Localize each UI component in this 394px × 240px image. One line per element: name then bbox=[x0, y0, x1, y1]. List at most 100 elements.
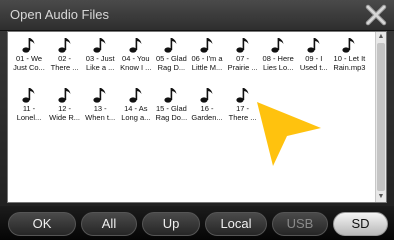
file-item[interactable]: 11 - Lonel... bbox=[10, 85, 48, 133]
music-note-icon bbox=[164, 88, 177, 103]
music-note-icon bbox=[307, 38, 320, 53]
music-note-icon bbox=[129, 88, 142, 103]
music-note-icon bbox=[200, 38, 213, 53]
file-item[interactable]: 12 - Wide R... bbox=[46, 85, 84, 133]
file-name-line1: 14 - As bbox=[124, 104, 148, 113]
scroll-thumb[interactable] bbox=[377, 43, 385, 191]
file-item[interactable]: 05 - Glad Rag D... bbox=[152, 35, 190, 83]
file-item[interactable]: 08 - Here Lies Lo... bbox=[259, 35, 297, 83]
music-note-icon bbox=[342, 38, 355, 53]
music-note-icon bbox=[129, 38, 142, 53]
file-item[interactable]: 04 - You Know I ... bbox=[117, 35, 155, 83]
file-item[interactable]: 09 - I Used t... bbox=[295, 35, 333, 83]
music-note-icon bbox=[57, 88, 71, 103]
file-name: 16 - Garden... bbox=[188, 104, 226, 122]
file-name-line2: Rain.mp3 bbox=[333, 63, 366, 72]
file-name-line1: 08 - Here bbox=[262, 54, 294, 63]
file-item[interactable]: 13 - When t... bbox=[81, 85, 119, 133]
file-name-line1: 04 - You bbox=[122, 54, 150, 63]
file-name-line1: 12 - bbox=[58, 104, 72, 113]
file-item[interactable]: 03 - Just Like a ... bbox=[81, 35, 119, 83]
file-item[interactable]: 07 - Prairie ... bbox=[224, 35, 262, 83]
music-note-icon bbox=[93, 88, 106, 103]
file-name-line2: There ... bbox=[228, 113, 257, 122]
file-item[interactable]: 16 - Garden... bbox=[188, 85, 226, 133]
close-x-icon bbox=[365, 4, 387, 26]
file-item[interactable]: 10 - Let It Rain.mp3 bbox=[330, 35, 368, 83]
file-name: 15 - Glad Rag Do... bbox=[152, 104, 190, 122]
music-note-icon bbox=[271, 38, 284, 53]
file-name-line2: Rag D... bbox=[157, 63, 186, 72]
local-button[interactable]: Local bbox=[205, 212, 267, 236]
scroll-down-arrow-icon[interactable]: ▼ bbox=[376, 192, 386, 202]
vertical-scrollbar[interactable]: ▲ ▼ bbox=[375, 32, 386, 202]
open-audio-files-dialog: Open Audio Files 01 - We Just Co... 02 - Th… bbox=[0, 0, 394, 240]
file-name: 07 - Prairie ... bbox=[224, 54, 262, 72]
music-note-icon bbox=[164, 38, 177, 53]
file-item[interactable]: 15 - Glad Rag Do... bbox=[152, 85, 190, 133]
file-name: 10 - Let It Rain.mp3 bbox=[330, 54, 368, 72]
file-name-line2: Just Co... bbox=[13, 63, 45, 72]
file-name: 03 - Just Like a ... bbox=[81, 54, 119, 72]
file-name-line2: Lonel... bbox=[16, 113, 42, 122]
file-name-line1: 13 - bbox=[93, 104, 107, 113]
file-name-line1: 17 - bbox=[236, 104, 250, 113]
music-note-icon bbox=[235, 38, 249, 53]
file-name-line2: Lies Lo... bbox=[262, 63, 294, 72]
file-name-line1: 15 - Glad bbox=[155, 104, 187, 113]
file-name: 13 - When t... bbox=[81, 104, 119, 122]
file-name-line2: There ... bbox=[50, 63, 79, 72]
sd-button[interactable]: SD bbox=[333, 212, 388, 236]
file-item[interactable]: 06 - I'm a Little M... bbox=[188, 35, 226, 83]
file-item[interactable]: 14 - As Long a... bbox=[117, 85, 155, 133]
file-name: 14 - As Long a... bbox=[117, 104, 155, 122]
file-name-line2: Like a ... bbox=[86, 63, 115, 72]
music-note-icon bbox=[235, 88, 249, 103]
file-name: 02 - There ... bbox=[46, 54, 84, 72]
file-item[interactable]: 02 - There ... bbox=[46, 35, 84, 83]
file-name-line1: 06 - I'm a bbox=[191, 54, 223, 63]
file-name-line2: Used t... bbox=[299, 63, 328, 72]
title-bar: Open Audio Files bbox=[0, 0, 394, 31]
file-name-line2: Long a... bbox=[121, 113, 151, 122]
scroll-up-arrow-icon[interactable]: ▲ bbox=[376, 32, 386, 42]
music-note-icon bbox=[22, 88, 35, 103]
music-note-icon bbox=[200, 88, 213, 103]
file-name: 09 - I Used t... bbox=[295, 54, 333, 72]
file-name-line1: 07 - bbox=[236, 54, 250, 63]
music-note-icon bbox=[57, 38, 71, 53]
usb-button[interactable]: USB bbox=[272, 212, 328, 236]
file-name-line1: 01 - We bbox=[15, 54, 43, 63]
file-name-line1: 09 - I bbox=[305, 54, 323, 63]
bottom-toolbar: OK All Up Local USB SD bbox=[0, 206, 394, 240]
file-name: 12 - Wide R... bbox=[46, 104, 84, 122]
music-note-icon bbox=[93, 38, 106, 53]
file-name: 06 - I'm a Little M... bbox=[188, 54, 226, 72]
file-name-line1: 16 - bbox=[200, 104, 214, 113]
file-name-line1: 02 - bbox=[58, 54, 72, 63]
file-name-line1: 05 - Glad bbox=[155, 54, 187, 63]
file-name: 04 - You Know I ... bbox=[117, 54, 155, 72]
file-name: 11 - Lonel... bbox=[10, 104, 48, 122]
file-name-line2: Wide R... bbox=[49, 113, 81, 122]
file-name-line2: Little M... bbox=[191, 63, 223, 72]
file-browser-pane: 01 - We Just Co... 02 - There ... 03 - Just L… bbox=[7, 31, 387, 203]
file-name: 01 - We Just Co... bbox=[10, 54, 48, 72]
file-name-line2: Know I ... bbox=[120, 63, 152, 72]
file-name-line2: Prairie ... bbox=[227, 63, 258, 72]
file-name: 08 - Here Lies Lo... bbox=[259, 54, 297, 72]
file-name: 05 - Glad Rag D... bbox=[152, 54, 190, 72]
file-name-line1: 11 - bbox=[22, 104, 36, 113]
dialog-title: Open Audio Files bbox=[10, 7, 110, 22]
close-button[interactable] bbox=[364, 3, 388, 27]
file-item[interactable]: 01 - We Just Co... bbox=[10, 35, 48, 83]
music-note-icon bbox=[22, 38, 35, 53]
pointer-arrow-icon bbox=[255, 100, 325, 170]
file-name-line2: Garden... bbox=[191, 113, 223, 122]
file-name-line2: When t... bbox=[85, 113, 116, 122]
up-button[interactable]: Up bbox=[142, 212, 200, 236]
all-button[interactable]: All bbox=[81, 212, 137, 236]
ok-button[interactable]: OK bbox=[8, 212, 76, 236]
file-name-line1: 10 - Let It bbox=[333, 54, 366, 63]
file-name-line1: 03 - Just bbox=[85, 54, 115, 63]
